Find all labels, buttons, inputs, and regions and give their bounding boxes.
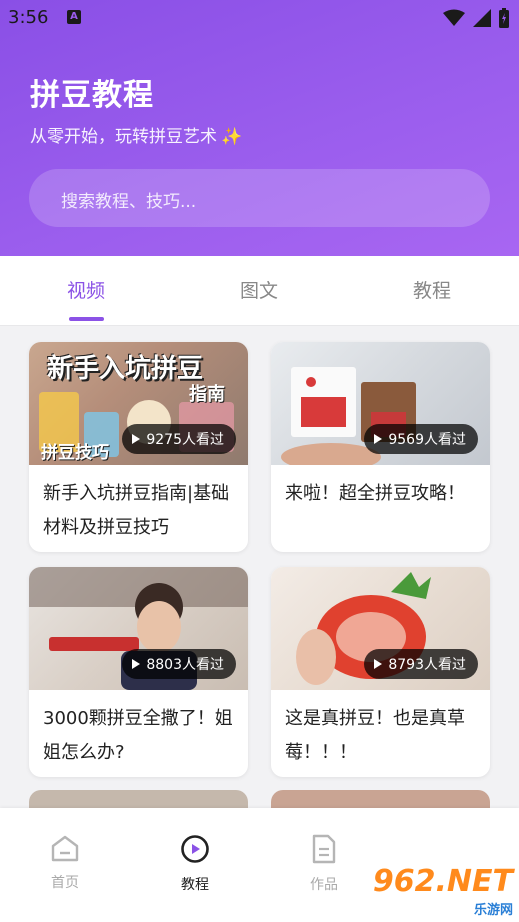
nav-works[interactable]: 作品 [284, 834, 364, 894]
subtitle-text: 从零开始，玩转拼豆艺术 [30, 127, 217, 147]
video-title: 这是真拼豆！也是真草莓！！！ [285, 708, 465, 763]
thumb-caption-guide: 指南 [189, 384, 225, 405]
play-icon [374, 659, 383, 669]
thumb-caption-tips: 拼豆技巧 [41, 443, 109, 463]
views-badge: 9275人看过 [122, 424, 236, 454]
tab-active-indicator [69, 317, 104, 321]
search-placeholder: 搜索教程、技巧... [61, 192, 197, 212]
nav-tutorial-label: 教程 [181, 877, 209, 893]
watermark-logo: 962.NET [372, 864, 513, 899]
video-title: 3000颗拼豆全撒了！姐姐怎么办? [43, 708, 233, 763]
video-thumbnail: 新手入坑拼豆 指南 拼豆技巧 9275人看过 [29, 342, 248, 465]
document-icon [312, 834, 336, 864]
a-letter-icon: A [67, 10, 81, 24]
bottom-nav: 首页 教程 作品 962.NET 乐游网 [0, 808, 519, 922]
status-bar: 3:56 A [0, 0, 519, 36]
video-card[interactable]: 9569人看过 来啦！超全拼豆攻略！ [271, 342, 490, 552]
tab-graphic[interactable]: 图文 [240, 276, 278, 303]
views-badge: 9569人看过 [364, 424, 478, 454]
views-count: 8803人看过 [146, 657, 224, 673]
nav-home-label: 首页 [51, 875, 79, 891]
video-thumbnail: 9569人看过 [271, 342, 490, 465]
video-title: 来啦！超全拼豆攻略！ [285, 483, 465, 504]
video-card[interactable]: 新手入坑拼豆 指南 拼豆技巧 9275人看过 新手入坑拼豆指南|基础材料及拼豆技… [29, 342, 248, 552]
video-card-partial[interactable] [271, 790, 490, 808]
views-count: 9569人看过 [388, 432, 466, 448]
views-badge: 8803人看过 [122, 649, 236, 679]
video-thumbnail: 8803人看过 [29, 567, 248, 690]
nav-works-label: 作品 [310, 877, 338, 893]
nav-home[interactable]: 首页 [25, 834, 105, 892]
video-card-partial[interactable] [29, 790, 248, 808]
signal-icon [473, 9, 491, 27]
tab-bar: 视频 图文 教程 [0, 256, 519, 326]
video-thumbnail: 8793人看过 [271, 567, 490, 690]
views-count: 9275人看过 [146, 432, 224, 448]
header: 3:56 A 拼豆教程 从零开始，玩转拼豆艺术 ✨ 搜索教程、技巧... [0, 0, 519, 256]
wifi-icon [443, 9, 465, 26]
video-card[interactable]: 8793人看过 这是真拼豆！也是真草莓！！！ [271, 567, 490, 777]
home-icon [51, 835, 79, 862]
views-count: 8793人看过 [388, 657, 466, 673]
play-icon [132, 659, 141, 669]
play-circle-icon [181, 835, 209, 863]
battery-icon [499, 8, 509, 28]
sparkle-icon: ✨ [221, 127, 243, 147]
video-card[interactable]: 8803人看过 3000颗拼豆全撒了！姐姐怎么办? [29, 567, 248, 777]
nav-tutorial[interactable]: 教程 [155, 834, 235, 894]
status-icons [443, 8, 509, 28]
play-icon [132, 434, 141, 444]
tab-video[interactable]: 视频 [67, 276, 105, 303]
status-time: 3:56 [8, 7, 49, 28]
page-title: 拼豆教程 [30, 78, 154, 113]
video-title: 新手入坑拼豆指南|基础材料及拼豆技巧 [43, 483, 230, 538]
tab-tutorial[interactable]: 教程 [413, 276, 451, 303]
search-input[interactable]: 搜索教程、技巧... [29, 169, 490, 227]
page-subtitle: 从零开始，玩转拼豆艺术 ✨ [30, 122, 242, 147]
watermark: 962.NET 乐游网 [373, 864, 513, 918]
views-badge: 8793人看过 [364, 649, 478, 679]
play-icon [374, 434, 383, 444]
watermark-subtext: 乐游网 [473, 903, 513, 918]
thumb-caption-main: 新手入坑拼豆 [47, 354, 204, 384]
